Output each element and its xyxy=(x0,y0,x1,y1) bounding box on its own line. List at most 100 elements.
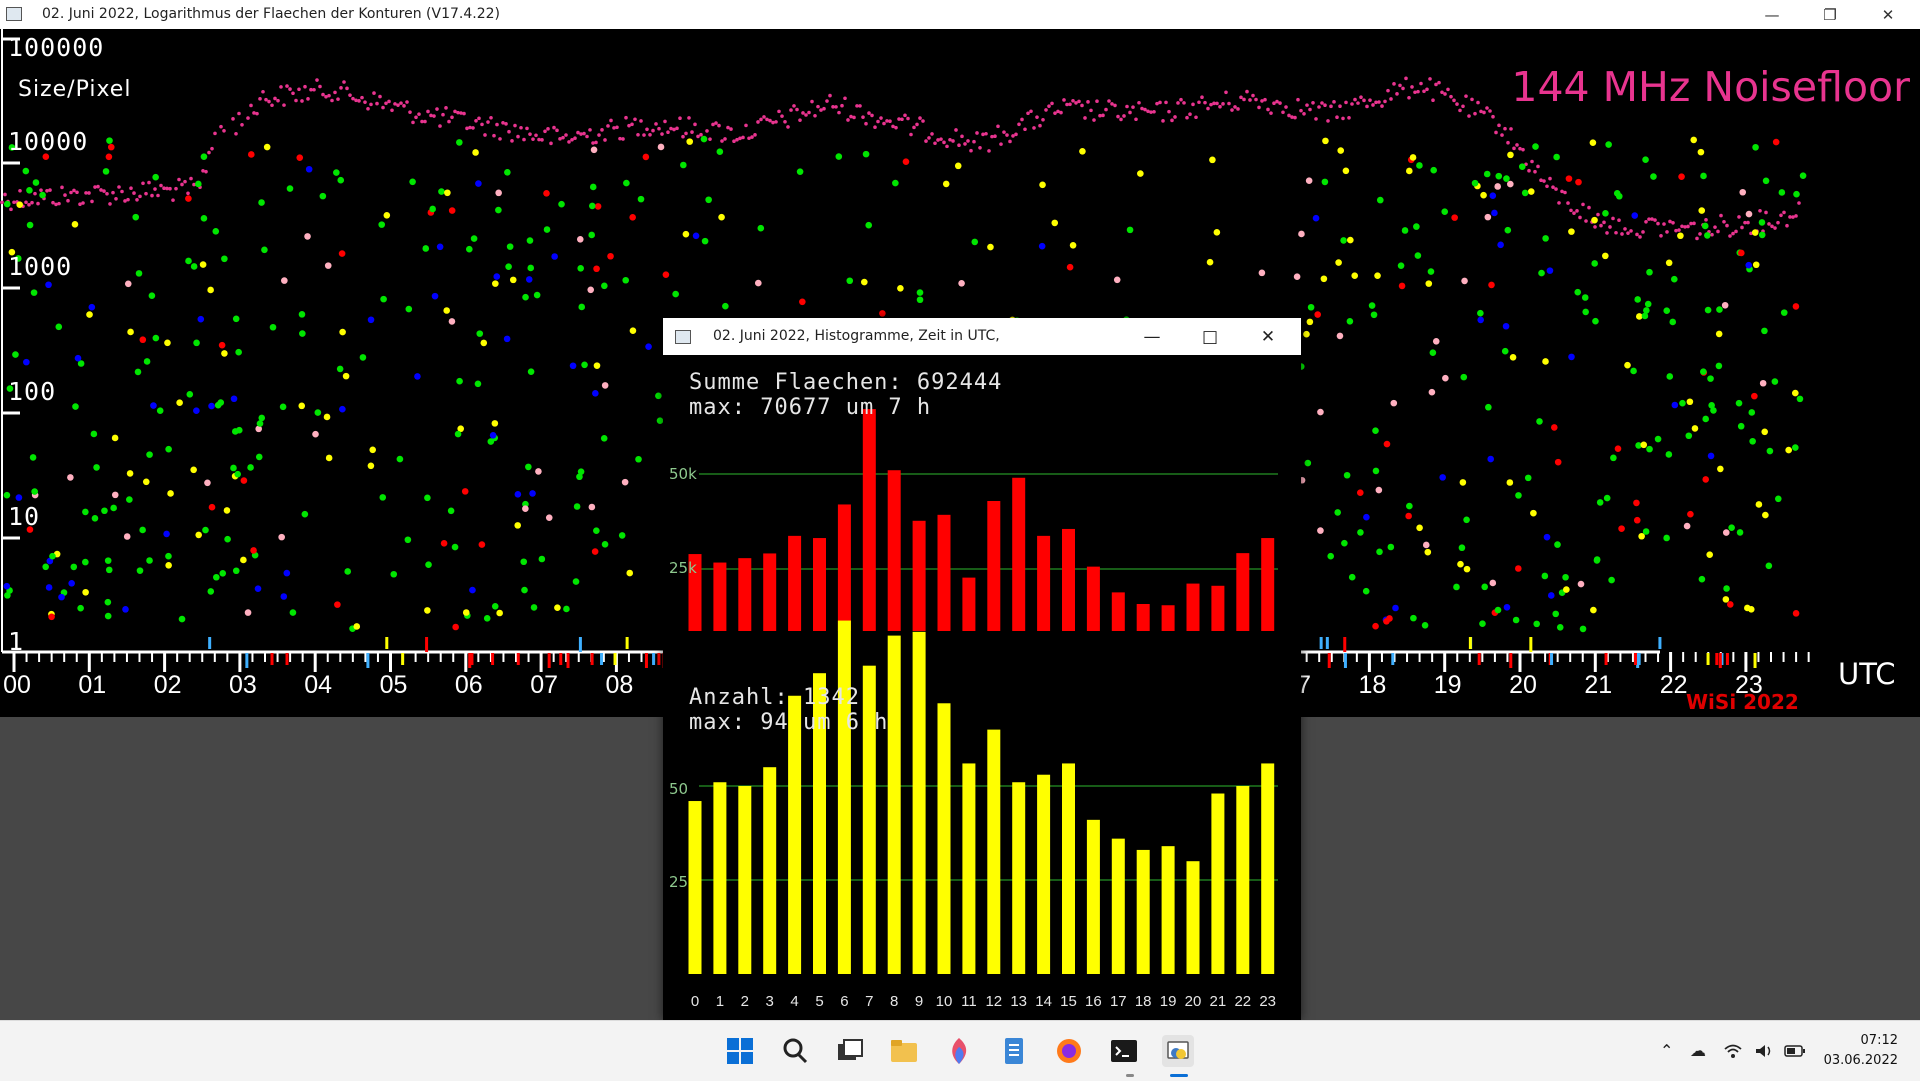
noisefloor-point xyxy=(645,127,649,132)
marker-point xyxy=(414,373,421,380)
noisefloor-point xyxy=(1197,100,1201,105)
marker-point xyxy=(1582,308,1589,316)
marker-point xyxy=(323,413,331,421)
battery-icon[interactable] xyxy=(1784,1045,1806,1057)
marker-point xyxy=(123,533,131,540)
noisefloor-point xyxy=(138,194,142,199)
noisefloor-point xyxy=(729,127,733,131)
noisefloor-point xyxy=(1332,100,1336,104)
browser-icon[interactable] xyxy=(943,1035,975,1067)
noisefloor-point xyxy=(519,125,523,130)
noisefloor-point xyxy=(603,138,607,142)
noisefloor-point xyxy=(300,99,304,103)
marker-point xyxy=(503,335,511,343)
file-explorer-icon[interactable] xyxy=(888,1035,920,1067)
marker-point xyxy=(127,328,134,336)
histogram-minimize-button[interactable]: — xyxy=(1123,318,1181,355)
volume-icon[interactable] xyxy=(1754,1043,1774,1059)
marker-point xyxy=(1370,311,1378,319)
marker-point xyxy=(462,609,470,616)
noisefloor-point xyxy=(48,188,52,192)
histogram-maximize-button[interactable]: □ xyxy=(1181,318,1239,355)
marker-point xyxy=(626,569,634,577)
marker-point xyxy=(1736,529,1744,536)
main-titlebar[interactable]: 02. Juni 2022, Logarithmus der Flaechen … xyxy=(0,0,1920,30)
noisefloor-point xyxy=(1101,113,1105,118)
event-tick xyxy=(468,653,472,668)
marker-point xyxy=(279,403,287,411)
noisefloor-point xyxy=(522,137,526,142)
marker-point xyxy=(1785,446,1792,454)
onedrive-icon[interactable]: ☁ xyxy=(1690,1041,1706,1060)
noisefloor-point xyxy=(1458,108,1462,113)
noisefloor-point xyxy=(1395,92,1399,96)
marker-point xyxy=(1752,143,1759,151)
minimize-button[interactable]: — xyxy=(1743,0,1801,29)
marker-point xyxy=(1553,153,1560,161)
noisefloor-point xyxy=(876,119,880,124)
marker-point xyxy=(224,535,231,543)
marker-point xyxy=(1634,296,1641,303)
noisefloor-point xyxy=(429,113,433,118)
marker-point xyxy=(662,271,670,278)
marker-point xyxy=(1631,212,1639,219)
marker-point xyxy=(1772,138,1780,146)
marker-point xyxy=(178,615,186,623)
marker-point xyxy=(111,491,119,499)
python-app-icon[interactable] xyxy=(1162,1035,1194,1067)
marker-point xyxy=(32,179,40,186)
terminal-icon[interactable] xyxy=(1108,1035,1140,1067)
chevron-up-icon[interactable]: ⌃ xyxy=(1660,1041,1673,1060)
histogram-titlebar[interactable]: 02. Juni 2022, Histogramme, Zeit in UTC,… xyxy=(663,318,1301,355)
marker-point xyxy=(165,562,172,569)
noisefloor-point xyxy=(288,87,292,91)
noisefloor-point xyxy=(942,140,946,145)
marker-point xyxy=(1630,367,1637,375)
noisefloor-point xyxy=(129,186,133,191)
noisefloor-point xyxy=(1449,94,1453,99)
marker-point xyxy=(1698,575,1706,583)
hour-label: 20 xyxy=(1185,993,1202,1010)
noisefloor-point xyxy=(72,188,76,193)
marker-point xyxy=(637,195,645,203)
marker-point xyxy=(1581,294,1589,301)
windows-start-icon[interactable] xyxy=(724,1035,756,1067)
noisefloor-point xyxy=(444,106,448,110)
wifi-icon[interactable] xyxy=(1723,1043,1743,1059)
histogram-window[interactable]: 02. Juni 2022, Histogramme, Zeit in UTC,… xyxy=(663,318,1301,1020)
noisefloor-point xyxy=(186,191,190,196)
marker-point xyxy=(478,541,486,548)
marker-point xyxy=(443,307,451,314)
system-clock[interactable]: 07:12 03.06.2022 xyxy=(1824,1031,1898,1071)
firefox-icon[interactable] xyxy=(1053,1035,1085,1067)
noisefloor-point xyxy=(1104,107,1108,112)
noisefloor-point xyxy=(480,122,484,127)
count-bar xyxy=(1012,782,1026,974)
noisefloor-point xyxy=(1185,115,1189,120)
close-button[interactable]: ✕ xyxy=(1859,0,1917,29)
noisefloor-point xyxy=(789,108,793,112)
marker-point xyxy=(218,341,226,349)
x-tick-label: 00 xyxy=(3,671,31,699)
marker-point xyxy=(533,291,541,299)
noisefloor-point xyxy=(981,132,985,137)
noisefloor-point xyxy=(1347,115,1351,120)
area-bar xyxy=(1136,603,1150,631)
marker-point xyxy=(493,273,501,280)
search-icon[interactable] xyxy=(779,1035,811,1067)
histogram-close-button[interactable]: ✕ xyxy=(1239,318,1297,355)
noisefloor-point xyxy=(666,130,670,135)
task-view-icon[interactable] xyxy=(834,1035,866,1067)
app-icon xyxy=(6,7,22,21)
count-bar xyxy=(912,631,926,974)
notepad-icon[interactable] xyxy=(998,1035,1030,1067)
restore-button[interactable]: ❐ xyxy=(1801,0,1859,29)
noisefloor-point xyxy=(987,149,991,153)
noisefloor-point xyxy=(1638,235,1642,239)
noisefloor-point xyxy=(951,139,955,143)
noisefloor-point xyxy=(1380,104,1384,108)
marker-point xyxy=(589,183,597,191)
noisefloor-point xyxy=(1344,100,1348,105)
marker-point xyxy=(1463,565,1471,573)
marker-point xyxy=(42,563,49,571)
